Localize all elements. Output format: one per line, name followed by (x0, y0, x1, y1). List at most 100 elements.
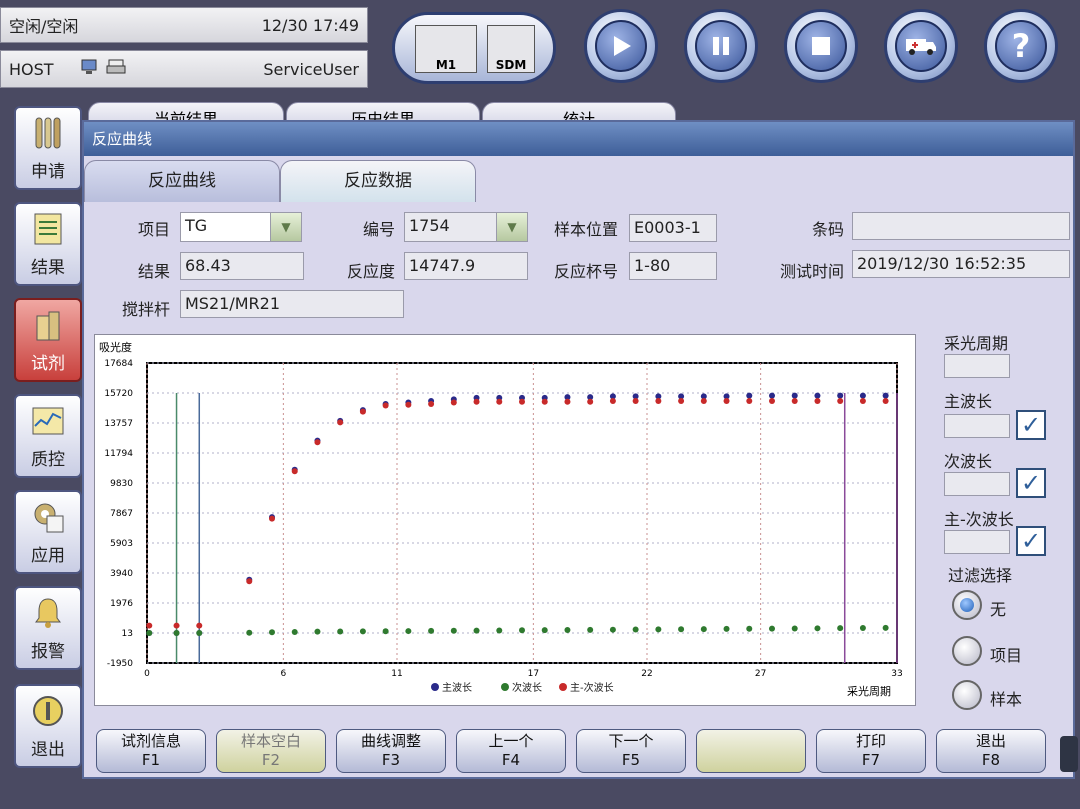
data-point (382, 402, 389, 409)
reaction-curve-dialog: 反应曲线 反应曲线 反应数据 项目 TG ▼ 编号 1754 ▼ 样本位置 E0… (82, 120, 1075, 779)
position-value: E0003-1 (629, 214, 717, 242)
data-point (291, 628, 298, 635)
filter-sample-radio[interactable] (952, 680, 982, 710)
legend-entry: 主波长 (442, 681, 472, 694)
barcode-value (852, 212, 1070, 240)
data-point (609, 397, 616, 404)
y-tick-label: 11794 (104, 449, 133, 459)
data-point (814, 392, 821, 399)
result-value: 68.43 (180, 252, 304, 280)
data-point (541, 627, 548, 634)
legend-entry: 主-次波长 (570, 681, 614, 694)
emergency-button[interactable] (884, 9, 958, 83)
data-point (609, 626, 616, 633)
fkey-code: F7 (861, 751, 881, 769)
nav-request[interactable]: 申请 (14, 106, 82, 190)
user-label: ServiceUser (263, 59, 359, 79)
data-point (700, 397, 707, 404)
fkey-label: 曲线调整 (360, 732, 421, 750)
item-select[interactable]: TG ▼ (180, 212, 302, 242)
y-tick-label: 3940 (110, 569, 133, 579)
data-point (541, 398, 548, 405)
clock: 12/30 17:49 (261, 15, 359, 35)
data-point (246, 629, 253, 636)
pause-button[interactable] (684, 9, 758, 83)
sub-wave-field[interactable] (944, 472, 1010, 496)
print-button[interactable]: 打印 F7 (816, 729, 926, 773)
blank-function-button[interactable] (696, 729, 806, 773)
test-time-label: 测试时间 (780, 262, 845, 281)
reagent-bottle-icon (28, 307, 68, 343)
y-axis-title: 吸光度 (99, 340, 132, 354)
y-tick-label: 15720 (104, 389, 133, 399)
nav-reagent[interactable]: 试剂 (14, 298, 82, 382)
previous-button[interactable]: 上一个 F4 (456, 729, 566, 773)
reagent-info-button[interactable]: 试剂信息 F1 (96, 729, 206, 773)
legend-marker (501, 683, 509, 691)
help-button[interactable]: ? (984, 9, 1058, 83)
data-point (314, 439, 321, 446)
nav-alarm[interactable]: 报警 (14, 586, 82, 670)
tab-reaction-data[interactable]: 反应数据 (280, 160, 476, 202)
data-point (173, 630, 180, 637)
x-tick-label: 6 (280, 669, 286, 679)
data-point (859, 397, 866, 404)
data-point (496, 398, 503, 405)
diff-wave-field[interactable] (944, 530, 1010, 554)
module-panel-button[interactable]: M1 SDM (392, 12, 556, 84)
filter-none-radio[interactable] (952, 590, 982, 620)
x-tick-label: 0 (144, 669, 150, 679)
data-point (746, 392, 753, 399)
fkey-code: F5 (621, 751, 641, 769)
stirrer-value: MS21/MR21 (180, 290, 404, 318)
nav-exit[interactable]: 退出 (14, 684, 82, 768)
filter-label: 过滤选择 (948, 566, 1013, 585)
run-button[interactable] (584, 9, 658, 83)
data-point (655, 397, 662, 404)
fkey-code: F1 (141, 751, 161, 769)
nav-results[interactable]: 结果 (14, 202, 82, 286)
data-point (746, 397, 753, 404)
nav-qc-label: 质控 (31, 450, 65, 470)
fkey-label: 样本空白 (240, 732, 301, 750)
legend-entry: 次波长 (512, 681, 542, 694)
nav-results-label: 结果 (31, 258, 65, 278)
data-point (837, 397, 844, 404)
data-point (746, 625, 753, 632)
exit-dialog-button[interactable]: 退出 F8 (936, 729, 1046, 773)
data-point (791, 625, 798, 632)
data-point (700, 626, 707, 633)
next-button[interactable]: 下一个 F5 (576, 729, 686, 773)
tab-reaction-curve[interactable]: 反应曲线 (84, 160, 280, 202)
period-field[interactable] (944, 354, 1010, 378)
panel-side-handle[interactable] (1060, 736, 1078, 772)
curve-adjust-button[interactable]: 曲线调整 F3 (336, 729, 446, 773)
stop-button[interactable] (784, 9, 858, 83)
filter-item-radio[interactable] (952, 636, 982, 666)
dialog-title: 反应曲线 (84, 122, 1073, 156)
data-point (405, 628, 412, 635)
nav-qc[interactable]: 质控 (14, 394, 82, 478)
nav-reagent-label: 试剂 (31, 354, 65, 374)
number-select[interactable]: 1754 ▼ (404, 212, 528, 242)
diff-wave-checkbox[interactable]: ✓ (1016, 526, 1046, 556)
fkey-code: F2 (261, 751, 281, 769)
nav-application-label: 应用 (31, 546, 65, 566)
data-point (146, 622, 153, 629)
data-point (405, 401, 412, 408)
nav-application[interactable]: 应用 (14, 490, 82, 574)
sub-wave-checkbox[interactable]: ✓ (1016, 468, 1046, 498)
main-wave-field[interactable] (944, 414, 1010, 438)
x-axis-title: 采光周期 (847, 684, 891, 698)
legend-marker (431, 683, 439, 691)
y-tick-label: -1950 (107, 659, 133, 669)
data-point (564, 626, 571, 633)
host-box: HOST ServiceUser (0, 50, 368, 88)
play-icon (595, 20, 647, 72)
sample-blank-button[interactable]: 样本空白 F2 (216, 729, 326, 773)
main-wave-checkbox[interactable]: ✓ (1016, 410, 1046, 440)
data-point (496, 627, 503, 634)
stirrer-label: 搅拌杆 (122, 300, 171, 319)
number-select-value: 1754 (409, 216, 450, 235)
y-tick-label: 13757 (104, 419, 133, 429)
